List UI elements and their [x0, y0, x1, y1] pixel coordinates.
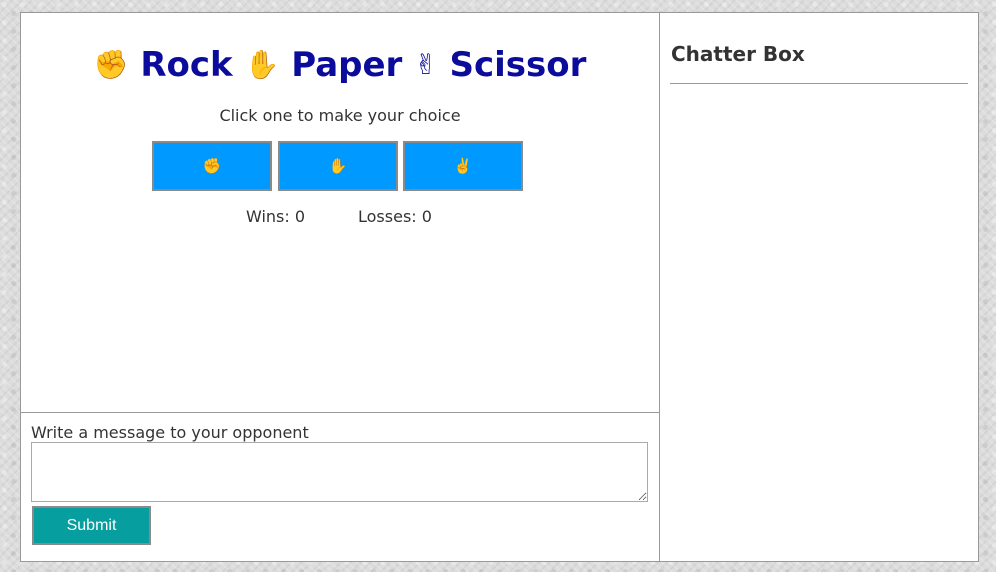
wins-counter: Wins: 0 — [246, 207, 306, 226]
title-paper-label: Paper — [291, 45, 403, 85]
title-scissor-label: Scissor — [449, 45, 587, 85]
game-title: ✊ Rock ✋ Paper ✌ Scissor — [21, 43, 659, 87]
submit-button[interactable]: Submit — [32, 506, 151, 545]
message-panel: Write a message to your opponent Submit — [20, 412, 660, 562]
scissor-hand-icon: ✌ — [453, 158, 473, 175]
losses-counter: Losses: 0 — [358, 207, 432, 226]
game-panel: ✊ Rock ✋ Paper ✌ Scissor Click one to ma… — [20, 12, 660, 413]
paper-button[interactable]: ✋ — [278, 141, 398, 191]
rock-button[interactable]: ✊ — [152, 141, 272, 191]
title-rock-label: Rock — [140, 45, 233, 85]
chat-divider — [670, 83, 968, 84]
chat-panel: Chatter Box — [659, 12, 979, 562]
paper-hand-icon: ✋ — [328, 158, 348, 175]
message-input[interactable] — [31, 442, 648, 502]
scissor-hand-icon: ✌ — [414, 48, 438, 81]
message-label: Write a message to your opponent — [31, 423, 309, 442]
scissor-button[interactable]: ✌ — [403, 141, 523, 191]
rock-hand-icon: ✊ — [93, 48, 129, 81]
choice-buttons: ✊ ✋ ✌ — [152, 141, 524, 191]
rock-hand-icon: ✊ — [202, 158, 222, 175]
chat-messages — [670, 89, 968, 551]
paper-hand-icon: ✋ — [244, 48, 280, 81]
chat-title: Chatter Box — [671, 42, 805, 66]
instruction-text: Click one to make your choice — [219, 106, 461, 125]
